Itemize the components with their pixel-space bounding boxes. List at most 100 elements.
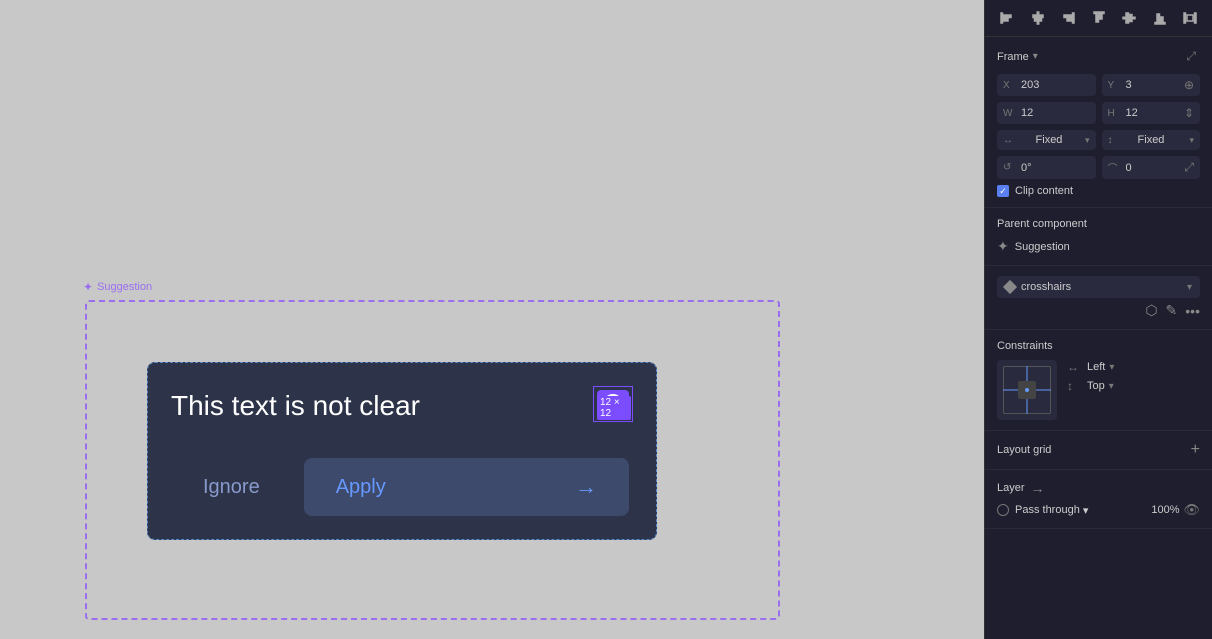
layer-mode-chevron: ▾ xyxy=(1083,504,1089,517)
h-value: 12 xyxy=(1126,107,1138,119)
component-card: This text is not clear 12 × 12 Ignore Ap… xyxy=(147,362,657,540)
h-label: H xyxy=(1108,108,1122,119)
variant-link-btn[interactable]: ⬡ xyxy=(1145,302,1157,319)
constraint-visual xyxy=(997,360,1057,420)
variant-chevron-icon: ▾ xyxy=(1187,282,1192,293)
layout-grid-section: Layout grid + xyxy=(985,431,1212,470)
corner-field[interactable]: ⌒ 0 ⤢ xyxy=(1102,156,1201,179)
layer-title-area: Layer → xyxy=(997,480,1045,496)
right-panel: Frame ▾ ⤢ X 203 Y 3 ⊕ W 12 H 12 xyxy=(984,0,1212,639)
layer-arrow-icon: → xyxy=(1031,480,1045,496)
fixed-row: ↔ Fixed ▾ ↕ Fixed ▾ xyxy=(997,130,1200,150)
corner-value: 0 xyxy=(1126,162,1132,174)
constraint-h-icon: ↔ xyxy=(1067,360,1083,374)
apply-button[interactable]: Apply → xyxy=(304,458,629,516)
layout-grid-row: Layout grid + xyxy=(997,441,1200,459)
constraint-v-value: Top xyxy=(1087,380,1105,392)
fixed-w-chevron: ▾ xyxy=(1085,135,1090,146)
constraints-title: Constraints xyxy=(997,340,1053,352)
constraints-header: Constraints xyxy=(997,340,1200,352)
rotation-corner-row: ↺ 0° ⌒ 0 ⤢ xyxy=(997,156,1200,179)
fixed-h-chevron: ▾ xyxy=(1189,135,1194,146)
frame-resize-btn[interactable]: ⤢ xyxy=(1182,47,1200,66)
align-left-btn[interactable] xyxy=(995,8,1019,28)
x-label: X xyxy=(1003,80,1017,91)
badge-size-label: 12 × 12 xyxy=(597,396,631,420)
constraint-selects: ↔ Left ▾ ↕ Top ▾ xyxy=(1067,360,1200,393)
variant-more-btn[interactable]: ••• xyxy=(1185,303,1200,319)
canvas: ✦ Suggestion This text is not clear 12 ×… xyxy=(0,0,984,639)
constraints-section: Constraints ↔ Left ▾ ↕ Top xyxy=(985,330,1212,431)
w-label: W xyxy=(1003,108,1017,119)
parent-comp-name: Suggestion xyxy=(1015,241,1070,253)
fixed-h-value: Fixed xyxy=(1138,134,1165,146)
layer-row: Layer → xyxy=(997,480,1200,496)
rotation-value: 0° xyxy=(1021,162,1032,174)
layer-title: Layer xyxy=(997,482,1025,494)
rotation-field[interactable]: ↺ 0° xyxy=(997,156,1096,179)
constraint-h-row[interactable]: ↔ Left ▾ xyxy=(1067,360,1200,374)
rotation-label: ↺ xyxy=(1003,162,1017,173)
constraint-v-chevron: ▾ xyxy=(1109,381,1114,392)
x-value: 203 xyxy=(1021,79,1039,91)
align-center-v-btn[interactable] xyxy=(1117,8,1141,28)
frame-chevron-icon: ▾ xyxy=(1033,51,1038,62)
layer-visibility-btn[interactable]: 👁 xyxy=(1183,502,1200,518)
frame-section-header: Frame ▾ ⤢ xyxy=(997,47,1200,66)
variant-diamond-icon xyxy=(1003,280,1017,294)
variant-edit-btn[interactable]: ✎ xyxy=(1166,302,1178,319)
fixed-w-icon: ↔ xyxy=(1003,135,1013,146)
fixed-w-select[interactable]: ↔ Fixed ▾ xyxy=(997,130,1096,150)
frame-title: Frame ▾ xyxy=(997,51,1038,63)
parent-component-header: Parent component xyxy=(997,218,1200,230)
frame-wh-fields: W 12 H 12 ⇕ xyxy=(997,102,1200,124)
align-center-h-btn[interactable] xyxy=(1026,8,1050,28)
constraint-h-chevron: ▾ xyxy=(1109,362,1114,373)
variant-actions: ⬡ ✎ ••• xyxy=(997,302,1200,319)
constraint-v-row[interactable]: ↕ Top ▾ xyxy=(1067,379,1200,393)
variant-row[interactable]: crosshairs ▾ xyxy=(997,276,1200,298)
badge-area: 12 × 12 xyxy=(597,390,629,418)
align-right-btn[interactable] xyxy=(1056,8,1080,28)
suggestion-frame[interactable]: ✦ Suggestion This text is not clear 12 ×… xyxy=(85,300,780,620)
ignore-button[interactable]: Ignore xyxy=(171,460,292,515)
layer-left: Pass through ▾ xyxy=(997,504,1088,517)
component-badge[interactable]: 12 × 12 xyxy=(597,390,629,418)
constraint-h-value: Left xyxy=(1087,361,1105,373)
clip-content-label: Clip content xyxy=(1015,185,1073,197)
link-proportions-icon: ⇕ xyxy=(1184,106,1194,120)
y-label: Y xyxy=(1108,80,1122,91)
w-field[interactable]: W 12 xyxy=(997,102,1096,124)
suggestion-component-icon: ✦ xyxy=(83,280,93,294)
h-field[interactable]: H 12 ⇕ xyxy=(1102,102,1201,124)
fixed-h-select[interactable]: ↕ Fixed ▾ xyxy=(1102,130,1201,150)
apply-arrow-icon: → xyxy=(575,474,597,500)
parent-component-section: Parent component ✦ Suggestion xyxy=(985,208,1212,266)
clip-content-checkbox[interactable] xyxy=(997,185,1009,197)
fixed-w-value: Fixed xyxy=(1036,134,1063,146)
layout-grid-title: Layout grid xyxy=(997,444,1051,456)
constraints-grid: ↔ Left ▾ ↕ Top ▾ xyxy=(997,360,1200,420)
frame-section: Frame ▾ ⤢ X 203 Y 3 ⊕ W 12 H 12 xyxy=(985,37,1212,208)
cv-inner-box xyxy=(1018,381,1036,399)
layer-controls-row: Pass through ▾ 100% 👁 xyxy=(997,502,1200,518)
layer-mode-value[interactable]: Pass through ▾ xyxy=(1015,504,1088,517)
y-value: 3 xyxy=(1126,79,1132,91)
card-title: This text is not clear xyxy=(171,390,420,422)
layer-section: Layer → Pass through ▾ 100% 👁 xyxy=(985,470,1212,529)
parent-comp-row: ✦ Suggestion xyxy=(997,238,1200,255)
layer-opacity-value: 100% xyxy=(1151,504,1179,516)
x-field[interactable]: X 203 xyxy=(997,74,1096,96)
align-bottom-btn[interactable] xyxy=(1148,8,1172,28)
y-icon: ⊕ xyxy=(1184,78,1194,92)
align-top-btn[interactable] xyxy=(1087,8,1111,28)
constraint-v-icon: ↕ xyxy=(1067,379,1083,393)
w-value: 12 xyxy=(1021,107,1033,119)
apply-button-label: Apply xyxy=(336,476,386,499)
layer-opacity-area: 100% 👁 xyxy=(1151,502,1200,518)
add-layout-grid-btn[interactable]: + xyxy=(1191,441,1200,459)
cv-dot xyxy=(1025,388,1029,392)
y-field[interactable]: Y 3 ⊕ xyxy=(1102,74,1201,96)
layer-mode-icon xyxy=(997,504,1009,516)
distribute-btn[interactable] xyxy=(1178,8,1202,28)
